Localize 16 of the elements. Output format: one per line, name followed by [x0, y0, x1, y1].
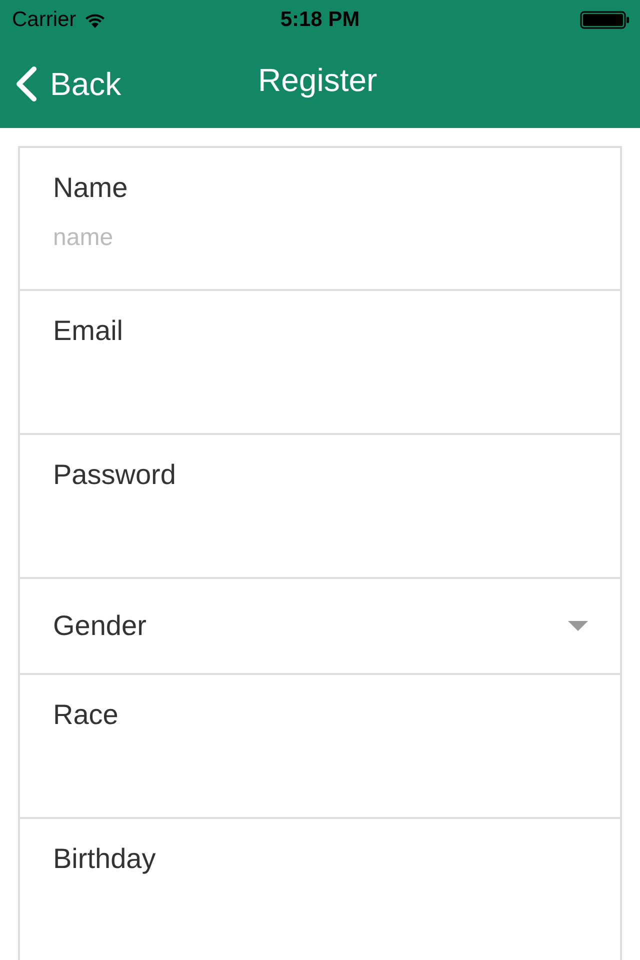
caret-icon [568, 621, 588, 631]
field-label: Name [53, 172, 129, 204]
back-button[interactable]: Back [0, 66, 122, 102]
battery-icon [580, 11, 630, 29]
wifi-icon [84, 12, 106, 28]
gender-dropdown[interactable]: Gender [20, 579, 620, 675]
field-label: Email [53, 315, 124, 347]
status-time: 5:18 PM [279, 8, 361, 32]
carrier-name: Carrier [12, 8, 76, 32]
field-label: Birthday [53, 843, 157, 875]
field-label: Password [53, 459, 177, 491]
back-chevron-icon [14, 66, 38, 102]
screen-title: Register [258, 62, 378, 99]
field-label: Gender [53, 610, 146, 642]
field-label: Race [53, 699, 120, 731]
input-field[interactable]: name [53, 220, 590, 256]
